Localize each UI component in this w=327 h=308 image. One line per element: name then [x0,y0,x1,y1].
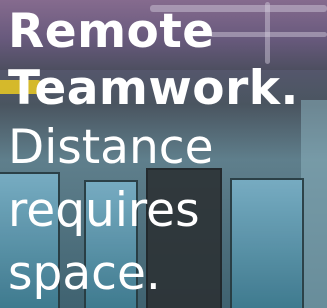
hero-headline: Remote Teamwork. [8,3,299,117]
hero-tagline: Distance requires space. [8,116,214,305]
hero-banner: Remote Teamwork. Distance requires space… [0,0,327,308]
background-window [230,178,304,308]
tagline-line-3: space. [8,246,161,301]
background-wall [301,100,327,308]
headline-line-1: Remote [8,4,215,59]
tagline-line-2: requires [8,183,200,238]
tagline-line-1: Distance [8,120,214,175]
headline-line-2: Teamwork. [8,61,299,116]
